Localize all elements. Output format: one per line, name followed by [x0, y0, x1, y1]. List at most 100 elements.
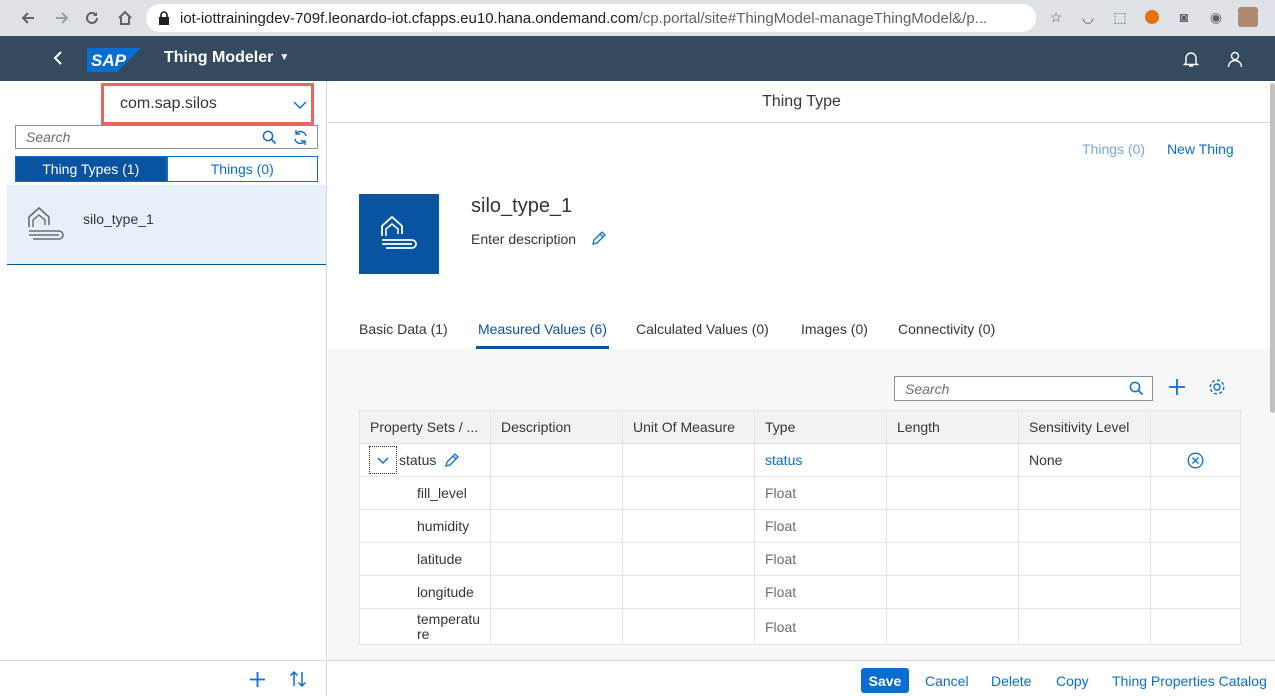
chevron-down-icon[interactable] — [369, 446, 397, 474]
gear-icon[interactable] — [1208, 378, 1226, 396]
search-icon[interactable] — [1129, 381, 1144, 396]
description-cell — [491, 477, 623, 509]
scrollbar[interactable] — [1270, 83, 1275, 413]
description-cell — [491, 609, 623, 644]
sensitivity-cell — [1019, 477, 1151, 509]
table-row[interactable]: temperature Float — [359, 609, 1241, 645]
uom-cell — [623, 609, 755, 644]
column-header[interactable]: Unit Of Measure — [623, 411, 755, 443]
forward-arrow-icon[interactable] — [50, 6, 74, 30]
url-host: iot-iottrainingdev-709f.leonardo-iot.cfa… — [180, 9, 639, 27]
add-icon[interactable] — [249, 671, 266, 688]
property-name: longitude — [359, 576, 491, 608]
length-cell — [887, 444, 1019, 476]
copy-button[interactable]: Copy — [1056, 673, 1089, 689]
circle-extension-icon[interactable]: ◉ — [1205, 6, 1227, 28]
table-row[interactable]: humidity Float — [359, 510, 1241, 543]
type-cell: Float — [755, 576, 887, 608]
segment-thing-types[interactable]: Thing Types (1) — [15, 156, 167, 182]
uom-cell — [623, 543, 755, 575]
table-row[interactable]: longitude Float — [359, 576, 1241, 609]
sort-icon[interactable] — [289, 670, 307, 688]
camera-icon[interactable]: ◙ — [1173, 6, 1195, 28]
catalog-button[interactable]: Thing Properties Catalog — [1112, 673, 1267, 689]
pencil-icon[interactable] — [444, 452, 460, 468]
delete-circle-icon[interactable] — [1187, 452, 1204, 469]
master-search-input[interactable]: Search — [15, 125, 318, 149]
back-arrow-icon[interactable] — [16, 6, 40, 30]
column-header[interactable]: Length — [887, 411, 1019, 443]
sensitivity-cell — [1019, 576, 1151, 608]
type-cell: Float — [755, 543, 887, 575]
things-link[interactable]: Things (0) — [1082, 141, 1145, 157]
table-header-row: Property Sets / ... Description Unit Of … — [359, 410, 1241, 444]
delete-button[interactable]: Delete — [991, 673, 1031, 689]
uom-cell — [623, 510, 755, 542]
tab-measured-values[interactable]: Measured Values (6) — [476, 321, 609, 349]
segmented-button: Thing Types (1) Things (0) — [15, 156, 318, 182]
silo-icon — [28, 206, 64, 240]
refresh-icon[interactable] — [292, 129, 309, 146]
type-link[interactable]: status — [755, 444, 887, 476]
column-header[interactable]: Type — [755, 411, 887, 443]
address-bar[interactable]: iot-iottrainingdev-709f.leonardo-iot.cfa… — [146, 4, 1036, 32]
table-row[interactable]: latitude Float — [359, 543, 1241, 576]
table-row[interactable]: fill_level Float — [359, 477, 1241, 510]
lock-icon — [159, 11, 169, 25]
save-button[interactable]: Save — [861, 668, 909, 693]
cancel-button[interactable]: Cancel — [925, 673, 969, 689]
description-cell — [491, 543, 623, 575]
property-set-name: status — [399, 452, 437, 468]
pencil-icon[interactable] — [591, 231, 606, 246]
silo-icon — [381, 215, 417, 249]
new-thing-link[interactable]: New Thing — [1167, 141, 1234, 157]
list-item-label: silo_type_1 — [83, 211, 154, 227]
description-cell — [491, 510, 623, 542]
reload-icon[interactable] — [80, 6, 104, 30]
tab-images[interactable]: Images (0) — [801, 321, 868, 349]
extension-orange-icon[interactable] — [1141, 6, 1163, 28]
description-cell — [491, 444, 623, 476]
user-icon[interactable] — [1226, 50, 1244, 68]
tab-calculated-values[interactable]: Calculated Values (0) — [636, 321, 769, 349]
menu-icon[interactable]: ⋮ — [1269, 6, 1275, 28]
action-cell — [1151, 576, 1241, 608]
length-cell — [887, 609, 1019, 644]
property-name: latitude — [359, 543, 491, 575]
add-icon[interactable] — [1168, 378, 1186, 396]
segment-things[interactable]: Things (0) — [166, 156, 318, 182]
type-cell: Float — [755, 609, 887, 644]
length-cell — [887, 576, 1019, 608]
app-title: Thing Modeler — [164, 49, 274, 66]
master-pane: com.sap.silos Search Thing Types (1) Thi… — [0, 81, 327, 696]
list-item[interactable]: silo_type_1 — [7, 185, 326, 265]
screenshot-icon[interactable]: ⬚ — [1109, 6, 1131, 28]
length-cell — [887, 477, 1019, 509]
star-icon[interactable]: ☆ — [1045, 6, 1067, 28]
shell-bar: SAP Thing Modeler ▼ — [0, 36, 1275, 81]
back-icon[interactable] — [48, 48, 68, 68]
chevron-down-icon — [293, 101, 307, 109]
pocket-icon[interactable]: ◡ — [1077, 6, 1099, 28]
home-icon[interactable] — [113, 6, 137, 30]
sensitivity-cell — [1019, 510, 1151, 542]
sensitivity-cell — [1019, 609, 1151, 644]
app-title-menu[interactable]: Thing Modeler ▼ — [164, 49, 289, 67]
package-value: com.sap.silos — [120, 95, 217, 112]
tab-basic-data[interactable]: Basic Data (1) — [359, 321, 448, 349]
avatar[interactable] — [1237, 6, 1259, 28]
action-cell — [1151, 543, 1241, 575]
column-header[interactable]: Sensitivity Level — [1019, 411, 1151, 443]
table-row[interactable]: status status None — [359, 444, 1241, 477]
package-select[interactable]: com.sap.silos — [101, 83, 314, 125]
sap-logo[interactable]: SAP — [87, 48, 141, 72]
property-set-cell: status — [359, 444, 491, 476]
thing-type-image — [359, 194, 439, 274]
browser-toolbar: iot-iottrainingdev-709f.leonardo-iot.cfa… — [0, 0, 1275, 36]
search-icon[interactable] — [262, 130, 277, 145]
bell-icon[interactable] — [1182, 50, 1200, 68]
column-header[interactable]: Property Sets / ... — [359, 411, 491, 443]
tab-connectivity[interactable]: Connectivity (0) — [898, 321, 995, 349]
column-header[interactable]: Description — [491, 411, 623, 443]
table-search-input[interactable]: Search — [894, 376, 1153, 401]
